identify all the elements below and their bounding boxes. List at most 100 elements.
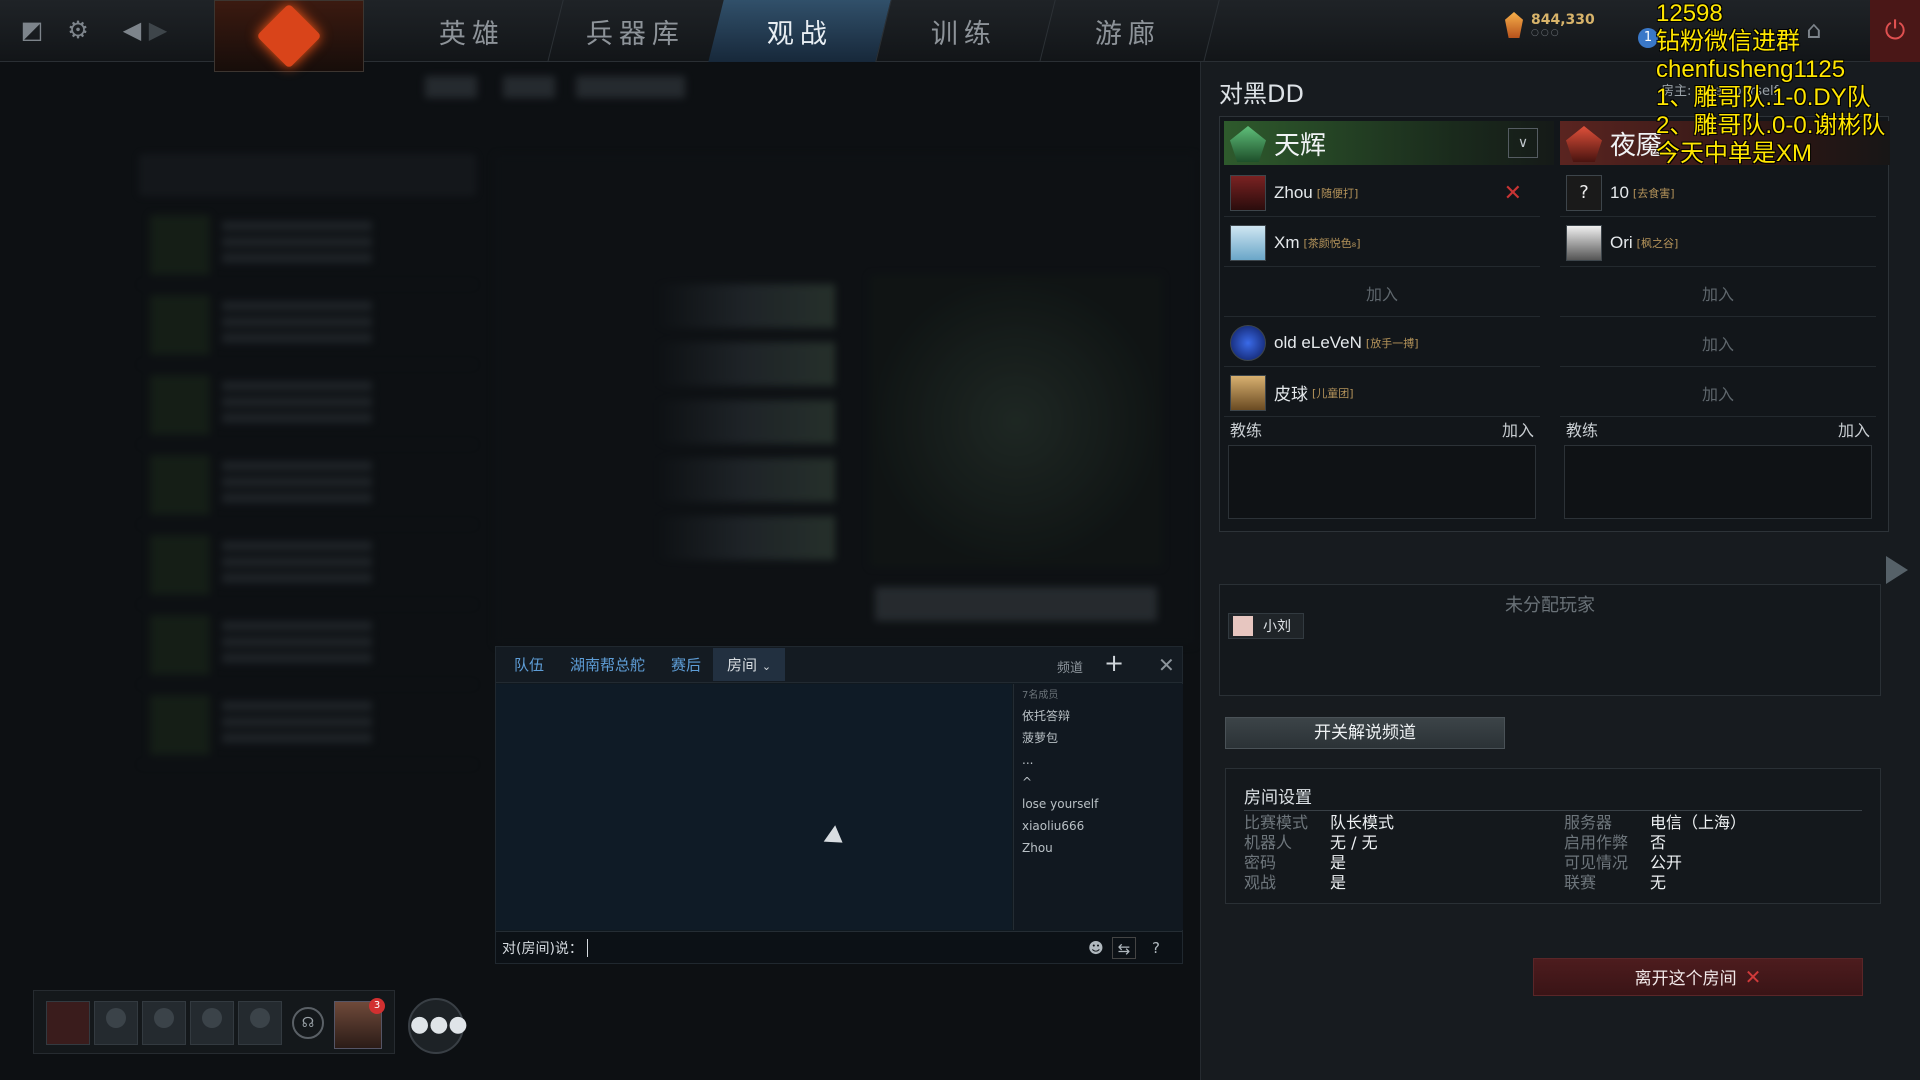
radiant-slot-4[interactable]: old eLeVeN [放手一搏] [1224, 319, 1540, 367]
chat-input[interactable]: 对(房间)说： ☻ ⇆ ? [496, 931, 1182, 963]
list-item[interactable]: ^ [1022, 771, 1183, 793]
breadcrumb [425, 76, 685, 98]
match-player-list [655, 270, 835, 560]
friend-invite-badge: 3 [369, 998, 385, 1014]
lobby-host: 房主: lose yourself [1661, 84, 1779, 99]
list-item[interactable] [140, 525, 475, 605]
coach-label: 教练 [1230, 421, 1263, 440]
radiant-slot-2[interactable]: Xm [茶颜悦色₈] [1224, 219, 1540, 267]
chat-panel: 队伍 湖南帮总舵 赛后 房间 ⌄ 频道 + ✕ 7名成员 依托答辩 菠萝包 ..… [495, 646, 1183, 964]
dire-slot-3-join[interactable]: 加入 [1560, 269, 1876, 317]
dota-logo-icon [256, 3, 322, 69]
list-item[interactable]: ... [1022, 749, 1183, 771]
list-item[interactable]: 依托答辩 [1022, 705, 1183, 727]
radiant-slot-1[interactable]: Zhou [随便打] ✕ [1224, 169, 1540, 217]
match-search-input[interactable] [140, 155, 475, 195]
coach-join-button[interactable]: 加入 [1838, 419, 1870, 443]
chat-tab-lobby[interactable]: 房间 ⌄ [713, 648, 786, 681]
shards-progress: ○○○ [1531, 28, 1561, 38]
forward-arrow-icon[interactable]: ▶ [142, 14, 174, 46]
tab-learn[interactable]: 训练 [872, 0, 1056, 62]
team-radiant-header[interactable]: 天辉 [1224, 121, 1554, 165]
coach-slot[interactable] [1564, 445, 1872, 519]
list-item[interactable]: xiaoliu666 [1022, 815, 1183, 837]
help-icon[interactable]: ? [1144, 937, 1168, 959]
list-item[interactable] [140, 205, 475, 285]
top-nav-bar: ◩ ⚙ ◀ ▶ 英雄 兵器库 观战 训练 游廊 844,330 ○○○ 1 ⌂ … [0, 0, 1920, 72]
unassigned-player[interactable]: 小刘 [1228, 613, 1304, 639]
list-item[interactable] [140, 605, 475, 685]
member-count: 7名成员 [1022, 690, 1059, 701]
list-item[interactable] [140, 685, 475, 765]
shard-icon [1505, 12, 1523, 38]
toggle-caster-channel-button[interactable]: 开关解说频道 [1225, 717, 1505, 749]
team-dire-header[interactable]: 夜魇 [1560, 121, 1890, 165]
emoji-icon[interactable]: ☻ [1084, 937, 1108, 959]
chat-tab-postgame[interactable]: 赛后 [671, 654, 701, 675]
settings-right-column: 服务器 电信（上海） 启用作弊否 可见情况 公开 联赛无 [1564, 813, 1747, 892]
notification-badge[interactable]: 1 [1638, 28, 1658, 48]
dire-slot-5-join[interactable]: 加入 [1560, 369, 1876, 417]
power-icon[interactable]: ⏻ [1870, 0, 1920, 62]
tab-armory[interactable]: 兵器库 [544, 0, 728, 62]
list-item[interactable]: 菠萝包 [1022, 727, 1183, 749]
unassigned-players: 未分配玩家 小刘 [1219, 584, 1881, 696]
channel-label[interactable]: 频道 [1057, 657, 1083, 676]
kick-player-icon[interactable]: ✕ [1504, 181, 1522, 206]
coach-join-button[interactable]: 加入 [1502, 419, 1534, 443]
party-slot-self[interactable] [46, 1001, 90, 1045]
unassigned-header: 未分配玩家 [1505, 595, 1595, 616]
avatar [1233, 616, 1253, 636]
friends-menu-icon[interactable]: ●●● [408, 998, 468, 1054]
chat-input-prefix: 对(房间)说： [502, 940, 583, 957]
teams-container: 天辉 夜魇 Zhou [随便打] ✕ Xm [茶颜悦色₈] 加入 old eLe… [1219, 116, 1890, 532]
dire-slot-4-join[interactable]: 加入 [1560, 319, 1876, 367]
chevron-down-icon[interactable]: ∨ [1508, 128, 1538, 158]
chat-tab-team[interactable]: 队伍 [514, 654, 544, 675]
radiant-slot-5[interactable]: 皮球 [儿童团] [1224, 369, 1540, 417]
party-slot-empty[interactable] [190, 1001, 234, 1045]
gear-icon[interactable]: ⚙ [62, 14, 94, 46]
translate-icon[interactable]: ⇆ [1112, 937, 1136, 959]
dota-logo[interactable] [214, 0, 364, 72]
list-item[interactable]: lose yourself [1022, 793, 1183, 815]
dota-menu-icon[interactable]: ◩ [16, 14, 48, 46]
lobby-panel: 对黑DD 房主: lose yourself 天辉 夜魇 Zhou [随便打] … [1200, 62, 1920, 1080]
list-item[interactable] [140, 365, 475, 445]
minimap [870, 275, 1162, 567]
avatar [1566, 224, 1602, 261]
settings-left-column: 比赛模式 队长模式 机器人无 / 无 密码是 观战是 [1244, 813, 1395, 892]
chat-tab-guild[interactable]: 湖南帮总舵 [570, 654, 645, 675]
add-channel-icon[interactable]: + [1104, 649, 1124, 677]
team-radiant-name: 天辉 [1274, 130, 1327, 161]
tab-arcade[interactable]: 游廊 [1036, 0, 1220, 62]
tab-watch[interactable]: 观战 [708, 0, 892, 62]
list-item[interactable]: Zhou [1022, 837, 1183, 859]
match-list[interactable] [140, 155, 475, 915]
list-item[interactable] [140, 285, 475, 365]
avatar [1230, 224, 1266, 261]
coach-slot[interactable] [1228, 445, 1536, 519]
home-icon[interactable]: ⌂ [1798, 14, 1830, 46]
coach-label: 教练 [1566, 421, 1599, 440]
watch-match-button[interactable] [875, 587, 1157, 621]
tab-heroes[interactable]: 英雄 [380, 0, 564, 62]
dire-slot-1[interactable]: ? 10 [去食害] [1560, 169, 1876, 217]
team-dire-name: 夜魇 [1610, 130, 1663, 161]
headset-icon[interactable]: ☊ [292, 1007, 324, 1039]
party-slot-empty[interactable] [238, 1001, 282, 1045]
avatar [1230, 374, 1266, 411]
party-slot-empty[interactable] [142, 1001, 186, 1045]
shards-display[interactable]: 844,330 ○○○ [1505, 12, 1595, 38]
party-slot-empty[interactable] [94, 1001, 138, 1045]
leave-lobby-button[interactable]: 离开这个房间 ✕ [1533, 958, 1863, 996]
close-icon[interactable]: ✕ [1158, 653, 1175, 677]
radiant-slot-3-join[interactable]: 加入 [1224, 269, 1540, 317]
expand-arrow-icon[interactable] [1886, 556, 1908, 584]
chat-messages[interactable] [496, 684, 1012, 930]
chat-tabs: 队伍 湖南帮总舵 赛后 房间 ⌄ 频道 + ✕ [496, 647, 1182, 683]
settings-header: 房间设置 [1244, 783, 1862, 811]
list-item[interactable] [140, 445, 475, 525]
dire-slot-2[interactable]: Ori [枫之谷] [1560, 219, 1876, 267]
avatar[interactable]: 3 [334, 998, 385, 1049]
